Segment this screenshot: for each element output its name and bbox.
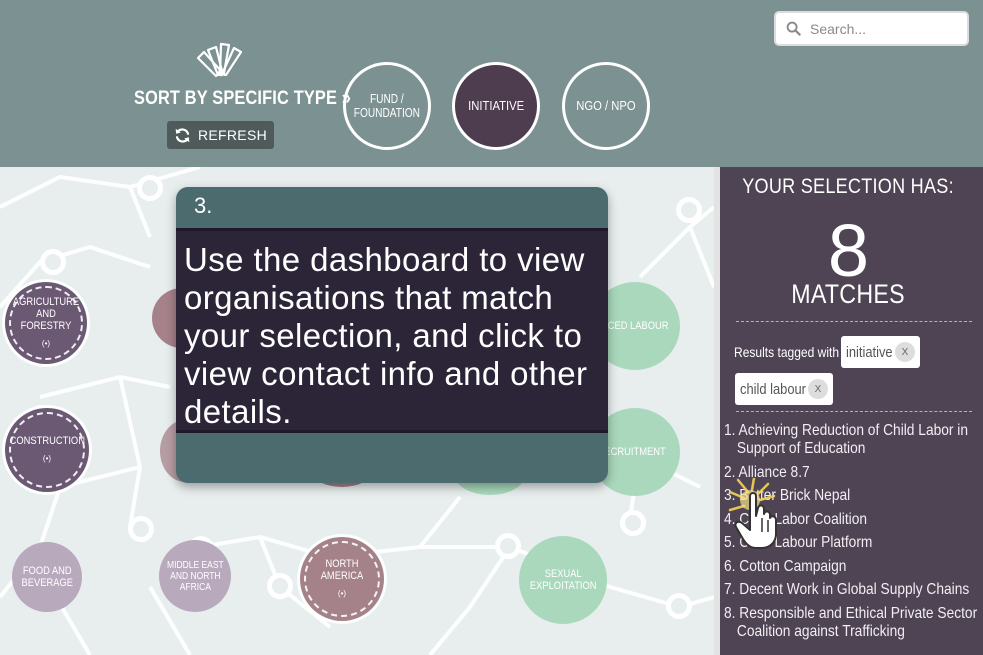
type-filter-label: NGO / NPO <box>576 99 636 113</box>
bubble-count: (•) <box>337 589 347 598</box>
bubble-count: (•) <box>42 454 52 463</box>
type-filter-ngo-npo[interactable]: NGO / NPO <box>562 62 650 150</box>
graph-node <box>267 573 293 599</box>
type-filter-label: FOUNDATION <box>353 106 421 120</box>
bubble-label: NORTH AMERICA <box>320 558 364 582</box>
matches-label: MATCHES <box>791 279 906 309</box>
bubble-label: EXPLOITATION <box>529 580 597 592</box>
tagged-with-label: Results tagged with <box>734 344 840 360</box>
type-filter-initiative[interactable]: INITIATIVE <box>452 62 540 150</box>
bubble-label: MIDDLE EAST <box>166 559 224 571</box>
bubble-label: AND FORESTRY <box>20 308 72 332</box>
category-bubble-agriculture-forestry[interactable]: AGRICULTURE AND FORESTRY (•) <box>5 282 87 364</box>
tooltip-step-number: 3. <box>194 193 213 218</box>
tag-label: child labour <box>740 380 806 398</box>
graph-node <box>128 516 154 542</box>
bubble-label: FOOD AND <box>22 565 72 577</box>
divider <box>736 321 972 322</box>
graph-node <box>676 197 702 223</box>
bubble-label: SEXUAL <box>544 568 582 580</box>
category-bubble-food-beverage[interactable]: FOOD AND BEVERAGE <box>12 542 82 612</box>
bubble-label: ECRUITMENT <box>604 446 666 458</box>
category-bubble-sexual-exploitation[interactable]: SEXUAL EXPLOITATION <box>519 536 607 624</box>
graph-node <box>666 593 692 619</box>
category-bubble-middle-east-north-africa[interactable]: MIDDLE EAST AND NORTH AFRICA <box>159 540 231 612</box>
selection-panel: YOUR SELECTION HAS: 8 MATCHES Results ta… <box>714 167 983 655</box>
type-filter-fund-foundation[interactable]: FUND / FOUNDATION <box>343 62 431 150</box>
search-icon <box>786 21 801 36</box>
refresh-label: REFRESH <box>198 127 267 143</box>
bubble-label: CONSTRUCTION <box>9 435 85 447</box>
result-link[interactable]: 7. Decent Work in Global Supply Chains <box>724 581 980 599</box>
graph-node <box>495 533 521 559</box>
graph-node <box>137 175 163 201</box>
divider <box>736 411 972 412</box>
tooltip-text: Use the dashboard to view organisations … <box>184 241 588 430</box>
refresh-icon <box>175 127 190 143</box>
selection-heading: YOUR SELECTION HAS: <box>742 175 955 198</box>
tag-label: initiative <box>846 343 893 361</box>
filter-tag-initiative: initiative X <box>841 336 920 368</box>
result-link[interactable]: 6. Cotton Campaign <box>724 558 980 576</box>
header-bar: SORT BY SPECIFIC TYPE » REFRESH FUND / FO… <box>0 0 983 167</box>
bubble-label: AND NORTH <box>169 570 221 582</box>
bubble-label: AGRICULTURE <box>12 296 80 308</box>
bubble-count: (•) <box>41 339 51 348</box>
filter-tag-child-labour: child labour X <box>735 373 833 405</box>
swatch-fan-icon <box>196 42 243 78</box>
refresh-button[interactable]: REFRESH <box>167 121 274 149</box>
category-bubble-construction[interactable]: CONSTRUCTION (•) <box>5 408 89 492</box>
type-filter-label: INITIATIVE <box>467 99 525 113</box>
hand-pointer-icon <box>728 478 777 549</box>
category-bubble-north-america[interactable]: NORTH AMERICA (•) <box>300 537 384 621</box>
bubble-label: BEVERAGE <box>21 577 73 589</box>
tutorial-tooltip: 3. Use the dashboard to view organisatio… <box>176 187 608 483</box>
graph-node <box>40 249 66 275</box>
remove-tag-button[interactable]: X <box>808 379 828 399</box>
graph-node <box>620 510 646 536</box>
result-link[interactable]: 1. Achieving Reduction of Child Labor in… <box>724 422 980 458</box>
search-input[interactable]: Search... <box>774 11 969 46</box>
type-filter-label: FUND / <box>370 92 404 106</box>
result-link[interactable]: 8. Responsible and Ethical Private Secto… <box>724 605 980 641</box>
bubble-label: AFRICA <box>179 581 211 593</box>
remove-tag-button[interactable]: X <box>895 342 915 362</box>
search-placeholder: Search... <box>810 20 867 37</box>
bubble-label: RCED LABOUR <box>601 320 669 332</box>
